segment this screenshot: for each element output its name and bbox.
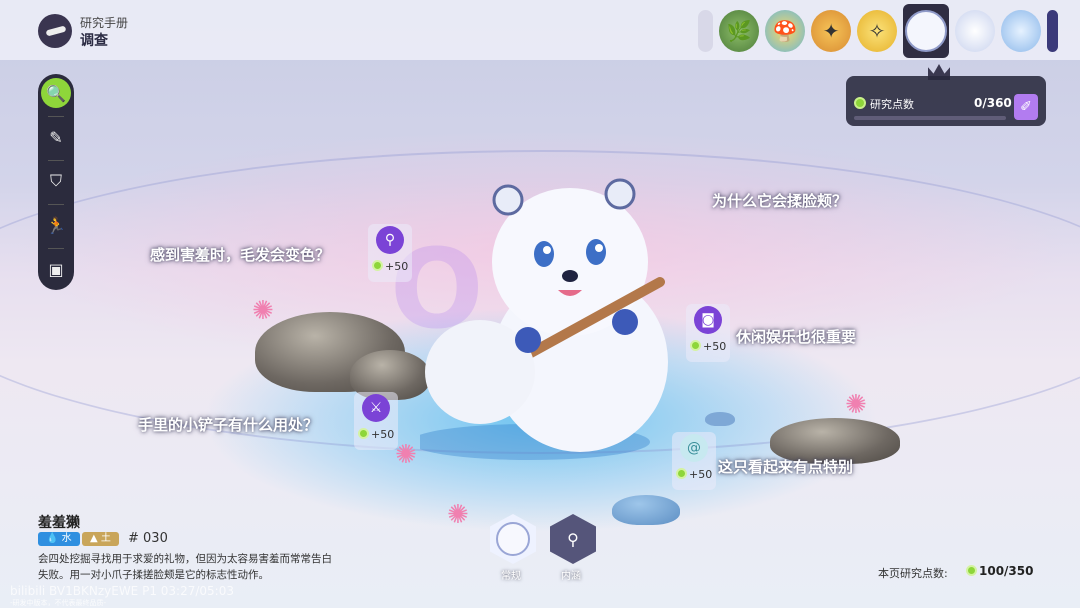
creature-selector-strip: 🌿 🍄 ✦ ✧ xyxy=(698,4,1059,58)
page-points-value: 100/350 xyxy=(966,564,1033,578)
notes-icon: ✎ xyxy=(49,127,63,147)
research-points-panel: 研究点数 0/360 ✐ xyxy=(846,76,1046,126)
top-bar: 研究手册 调查 🌿 🍄 ✦ ✧ xyxy=(0,0,1080,60)
magnifier-icon: ⚲ xyxy=(376,226,404,254)
creature-thumb-partial-right[interactable] xyxy=(1046,10,1059,52)
creature-thumb-mushroom[interactable]: 🍄 xyxy=(765,10,806,52)
sidebar-item-defense[interactable]: ⛉ xyxy=(41,166,71,196)
search-book-icon: 🔍 xyxy=(46,83,66,103)
sidebar: 🔍 ✎ ⛉ 🏃 ▣ xyxy=(38,74,74,290)
sidebar-item-actions[interactable]: 🏃 xyxy=(41,210,71,240)
creature-thumb-leaf[interactable]: 🌿 xyxy=(719,10,760,52)
element-tag-water: 💧 水 xyxy=(38,532,80,546)
rock-front xyxy=(612,495,680,525)
question-reward: +50 xyxy=(358,428,394,441)
coral-right: ✺ xyxy=(845,390,867,420)
video-watermark: bilibili BV1BKNzyEWE P1 03:27/05:03 xyxy=(10,584,234,598)
research-points-label: 研究点数 xyxy=(870,98,914,111)
picture-icon: ▣ xyxy=(48,259,64,279)
research-action-button[interactable]: ✐ xyxy=(1014,94,1038,120)
running-figure-icon: 🏃 xyxy=(46,215,66,235)
creature-thumb-golden[interactable]: ✦ xyxy=(811,10,852,52)
question-reward: +50 xyxy=(676,468,712,481)
research-points-value: 0/360 xyxy=(974,96,1012,110)
swirl-icon: @ xyxy=(680,434,708,462)
question-text-shovel[interactable]: 手里的小铲子有什么用处？ xyxy=(138,414,318,435)
crossed-swords-icon: ⚔ xyxy=(362,394,390,422)
element-tag-earth: ▲ 土 xyxy=(82,532,119,546)
sidebar-item-investigate[interactable]: 🔍 xyxy=(41,78,71,108)
coin-icon xyxy=(676,468,687,479)
creature-thumb-otter-selected[interactable] xyxy=(903,4,949,58)
coral-left: ✺ xyxy=(252,296,274,326)
research-coin-icon xyxy=(854,97,866,109)
mode-detail-label: 内涵 xyxy=(561,571,581,582)
shield-icon: ⛉ xyxy=(49,171,62,190)
creature-thumb-white[interactable] xyxy=(954,10,995,52)
coral-front: ✺ xyxy=(447,500,469,530)
question-text-leisure[interactable]: 休闲娱乐也很重要 xyxy=(736,326,856,347)
question-text-rub-cheeks[interactable]: 为什么它会揉脸颊？ xyxy=(712,190,847,211)
creature-thumb-yellow[interactable]: ✧ xyxy=(857,10,898,52)
back-logo-icon[interactable] xyxy=(38,14,72,48)
coin-icon xyxy=(372,260,383,271)
sidebar-item-notes[interactable]: ✎ xyxy=(41,122,71,152)
coin-icon xyxy=(358,428,369,439)
coin-icon xyxy=(966,565,977,576)
creature-number: # 030 xyxy=(128,531,168,546)
creature-thumb-partial-left[interactable] xyxy=(698,10,714,52)
question-card-leisure[interactable]: ◙ +50 xyxy=(686,304,730,362)
question-card-shy-fur[interactable]: ⚲ +50 xyxy=(368,224,412,282)
page-title: 调查 xyxy=(80,33,108,49)
mode-normal-label: 常规 xyxy=(501,571,521,582)
coin-icon xyxy=(690,340,701,351)
question-card-special[interactable]: @ +50 xyxy=(672,432,716,490)
sidebar-item-gallery[interactable]: ▣ xyxy=(41,254,71,284)
search-icon: ⚲ xyxy=(567,529,579,549)
rock-blue-small xyxy=(705,412,735,426)
question-text-special[interactable]: 这只看起来有点特别 xyxy=(718,456,853,477)
creature-name: 羞羞獭 xyxy=(38,515,80,531)
question-reward: +50 xyxy=(690,340,726,353)
question-reward: +50 xyxy=(372,260,408,273)
research-progress-bar xyxy=(854,116,1006,120)
creature-description: 会四处挖掘寻找用于求爱的礼物，但因为太容易害羞而常常告白失败。用一对小爪子揉搓脸… xyxy=(38,553,332,581)
question-text-shy-fur[interactable]: 感到害羞时，毛发会变色？ xyxy=(150,244,330,265)
question-card-shovel[interactable]: ⚔ +50 xyxy=(354,392,398,450)
brush-icon: ✐ xyxy=(1020,99,1032,115)
otter-creature xyxy=(420,178,668,460)
otter-portrait-icon xyxy=(496,522,530,556)
creature-thumb-blue[interactable] xyxy=(1000,10,1041,52)
page-points-label: 本页研究点数: xyxy=(878,567,948,580)
camera-icon: ◙ xyxy=(694,306,722,334)
breadcrumb-parent: 研究手册 xyxy=(80,16,129,30)
coral-mid: ✺ xyxy=(395,440,417,470)
dev-disclaimer: -研发中版本，不代表最终品质- xyxy=(10,599,107,607)
